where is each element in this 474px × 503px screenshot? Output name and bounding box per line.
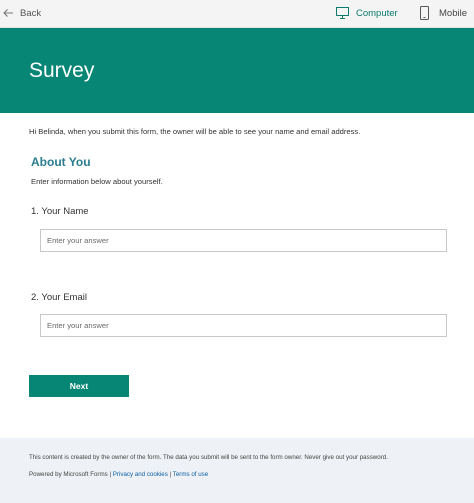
form-header-banner: Survey: [0, 28, 474, 113]
terms-link[interactable]: Terms of use: [173, 471, 208, 478]
phone-icon: [420, 6, 429, 20]
computer-preview-toggle[interactable]: Computer: [336, 7, 398, 19]
section-description: Enter information below about yourself.: [31, 177, 163, 186]
privacy-link[interactable]: Privacy and cookies: [113, 471, 168, 478]
top-bar: Back Computer Mobile: [0, 0, 474, 28]
back-arrow-icon: [3, 9, 13, 17]
back-button[interactable]: Back: [2, 7, 41, 19]
form-intro: Hi Belinda, when you submit this form, t…: [29, 127, 361, 136]
form-title: Survey: [29, 59, 95, 82]
footer: This content is created by the owner of …: [0, 438, 474, 503]
mobile-label: Mobile: [439, 7, 467, 19]
computer-label: Computer: [356, 7, 398, 19]
question-label-email: 2. Your Email: [31, 292, 87, 303]
footer-disclaimer: This content is created by the owner of …: [29, 454, 388, 461]
section-title: About You: [31, 155, 91, 169]
back-label: Back: [20, 7, 42, 19]
name-input[interactable]: [40, 229, 447, 252]
form-card: Survey Hi Belinda, when you submit this …: [0, 28, 474, 438]
question-label-name: 1. Your Name: [31, 206, 89, 217]
monitor-icon: [336, 7, 349, 19]
footer-links: Powered by Microsoft Forms | Privacy and…: [29, 471, 208, 478]
powered-by-text: Powered by Microsoft Forms: [29, 471, 108, 478]
mobile-preview-toggle[interactable]: Mobile: [420, 6, 467, 20]
email-input[interactable]: [40, 314, 447, 337]
next-button[interactable]: Next: [29, 375, 129, 397]
